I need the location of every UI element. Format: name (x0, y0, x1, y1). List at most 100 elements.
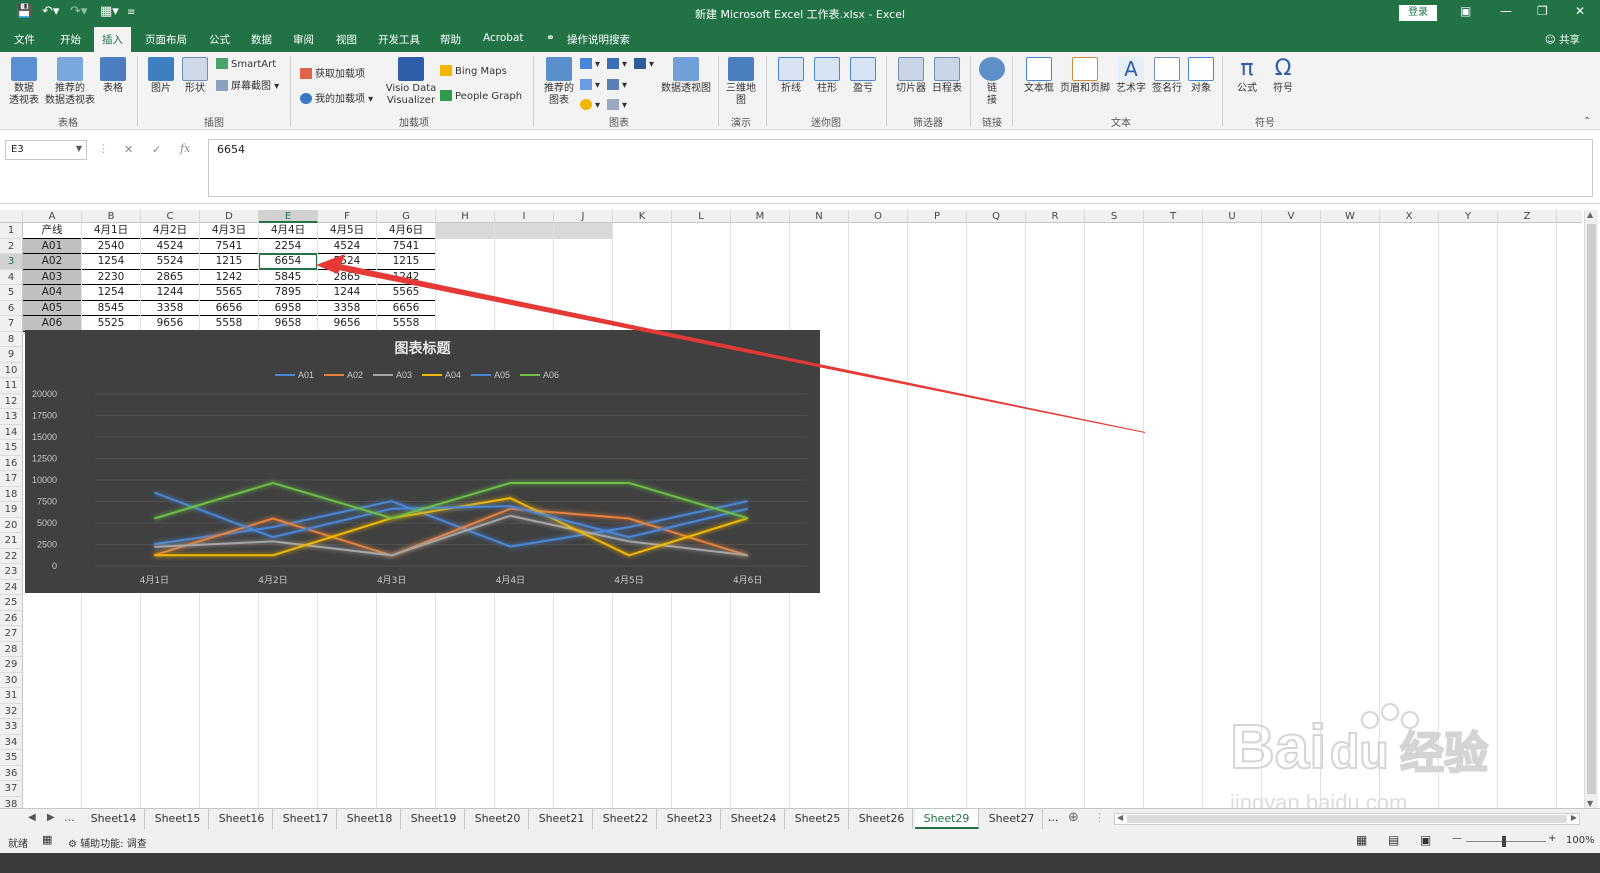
tab-insert[interactable]: 插入 (94, 27, 131, 52)
cell-g1[interactable]: 4月6日 (377, 223, 436, 239)
zoom-in-icon[interactable]: + (1548, 833, 1556, 844)
macro-record-icon[interactable]: ▦ (42, 833, 52, 846)
cell-a1[interactable]: 产线 (23, 223, 82, 239)
row-header-29[interactable]: 29 (0, 657, 23, 673)
cell-d2[interactable]: 7541 (200, 238, 259, 254)
column-header-p[interactable]: P (908, 210, 967, 223)
line-chart-icon[interactable]: ▾ (580, 79, 600, 91)
my-addins-button[interactable]: 我的加载项 ▾ (300, 90, 373, 105)
cell-d4[interactable]: 1242 (200, 269, 259, 285)
tab-view[interactable]: 视图 (336, 32, 357, 47)
cell-e5[interactable]: 7895 (259, 285, 318, 301)
sparkline-column-button[interactable]: 柱形 (812, 57, 842, 95)
scroll-right-icon[interactable]: ▶ (1571, 813, 1577, 822)
row-header-14[interactable]: 14 (0, 424, 23, 440)
sparkline-line-button[interactable]: 折线 (776, 57, 806, 95)
pie-chart-icon[interactable]: ▾ (580, 99, 600, 111)
shapes-button[interactable]: 形状 (180, 57, 210, 95)
tab-review[interactable]: 审阅 (293, 32, 314, 47)
row-header-15[interactable]: 15 (0, 440, 23, 456)
normal-view-icon[interactable]: ▦ (1356, 833, 1367, 847)
tab-data[interactable]: 数据 (251, 32, 272, 47)
3d-map-button[interactable]: 三维地 图 (724, 57, 758, 107)
row-header-8[interactable]: 8 (0, 331, 23, 347)
cell-g3[interactable]: 1215 (377, 254, 436, 270)
column-header-t[interactable]: T (1144, 210, 1203, 223)
row-header-26[interactable]: 26 (0, 610, 23, 626)
row-header-4[interactable]: 4 (0, 269, 23, 285)
cell-d1[interactable]: 4月3日 (200, 223, 259, 239)
row-header-6[interactable]: 6 (0, 300, 23, 316)
textbox-button[interactable]: 文本框 (1022, 57, 1056, 95)
cell-c3[interactable]: 5524 (141, 254, 200, 270)
sheet-tab-sheet23[interactable]: Sheet23 (659, 809, 721, 829)
column-header-y[interactable]: Y (1439, 210, 1498, 223)
hierarchy-chart-icon[interactable]: ▾ (607, 58, 627, 70)
cell-a4[interactable]: A03 (23, 269, 82, 285)
sheet-tab-sheet26[interactable]: Sheet26 (851, 809, 913, 829)
row-header-10[interactable]: 10 (0, 362, 23, 378)
row-header-28[interactable]: 28 (0, 641, 23, 657)
column-header-b[interactable]: B (82, 210, 141, 223)
row-header-30[interactable]: 30 (0, 672, 23, 688)
restore-icon[interactable]: ❐ (1537, 4, 1548, 18)
column-header-z[interactable]: Z (1498, 210, 1557, 223)
sheet-tab-sheet27[interactable]: Sheet27 (981, 809, 1043, 829)
column-header-s[interactable]: S (1085, 210, 1144, 223)
sheet-tab-sheet18[interactable]: Sheet18 (339, 809, 401, 829)
row-header-9[interactable]: 9 (0, 347, 23, 363)
picture-button[interactable]: 图片 (146, 57, 176, 95)
sheet-tab-sheet19[interactable]: Sheet19 (403, 809, 465, 829)
header-footer-button[interactable]: 页眉和页脚 (1058, 57, 1112, 95)
equation-button[interactable]: π 公式 (1232, 57, 1262, 95)
tab-developer[interactable]: 开发工具 (378, 32, 420, 47)
row-header-32[interactable]: 32 (0, 703, 23, 719)
cell-d3[interactable]: 1215 (200, 254, 259, 270)
cell-b1[interactable]: 4月1日 (82, 223, 141, 239)
series-line-a03[interactable] (154, 514, 748, 557)
cell-f1[interactable]: 4月5日 (318, 223, 377, 239)
tab-help[interactable]: 帮助 (440, 32, 461, 47)
row-header-21[interactable]: 21 (0, 533, 23, 549)
login-button[interactable]: 登录 (1399, 5, 1437, 21)
column-header-a[interactable]: A (23, 210, 82, 223)
cell-g5[interactable]: 5565 (377, 285, 436, 301)
cell-c4[interactable]: 2865 (141, 269, 200, 285)
column-header-c[interactable]: C (141, 210, 200, 223)
pivot-chart-button[interactable]: 数据透视图 (660, 57, 712, 95)
row-header-1[interactable]: 1 (0, 223, 23, 239)
cell-f4[interactable]: 2865 (318, 269, 377, 285)
cell-f2[interactable]: 4524 (318, 238, 377, 254)
table-button[interactable]: 表格 (98, 57, 128, 95)
page-break-view-icon[interactable]: ▣ (1420, 833, 1431, 847)
people-graph-button[interactable]: People Graph (440, 90, 522, 102)
cell-f5[interactable]: 1244 (318, 285, 377, 301)
column-header-q[interactable]: Q (967, 210, 1026, 223)
smartart-button[interactable]: SmartArt (216, 58, 276, 70)
cell-e1[interactable]: 4月4日 (259, 223, 318, 239)
sheet-tab-sheet21[interactable]: Sheet21 (531, 809, 593, 829)
row-header-5[interactable]: 5 (0, 285, 23, 301)
cell-a5[interactable]: A04 (23, 285, 82, 301)
row-header-37[interactable]: 37 (0, 781, 23, 797)
scroll-left-icon[interactable]: ◀ (1117, 813, 1123, 822)
page-layout-view-icon[interactable]: ▤ (1388, 833, 1399, 847)
sheet-tab-sheet20[interactable]: Sheet20 (467, 809, 529, 829)
minimize-icon[interactable]: — (1500, 4, 1512, 18)
horizontal-scrollbar[interactable]: ◀ ▶ (1114, 813, 1580, 825)
timeline-button[interactable]: 日程表 (930, 57, 964, 95)
row-header-24[interactable]: 24 (0, 579, 23, 595)
line-chart[interactable]: 图表标题 0 2500 5000 7500 10000 12500 15000 17500 20… (25, 330, 820, 593)
row-header-2[interactable]: 2 (0, 238, 23, 254)
cell-b3[interactable]: 1254 (82, 254, 141, 270)
column-header-n[interactable]: N (790, 210, 849, 223)
tab-splitter-icon[interactable]: ⋮ (1094, 811, 1105, 824)
cell-g2[interactable]: 7541 (377, 238, 436, 254)
vertical-scrollbar[interactable]: ▲ ▼ (1584, 210, 1598, 808)
ribbon-display-icon[interactable]: ▣ (1460, 4, 1471, 18)
cell-g6[interactable]: 6656 (377, 300, 436, 316)
column-header-i[interactable]: I (495, 210, 554, 223)
pivot-table-button[interactable]: 数据 透视表 (6, 57, 42, 107)
tab-page-layout[interactable]: 页面布局 (145, 32, 187, 47)
sheet-ellipsis[interactable]: ... (64, 811, 75, 824)
